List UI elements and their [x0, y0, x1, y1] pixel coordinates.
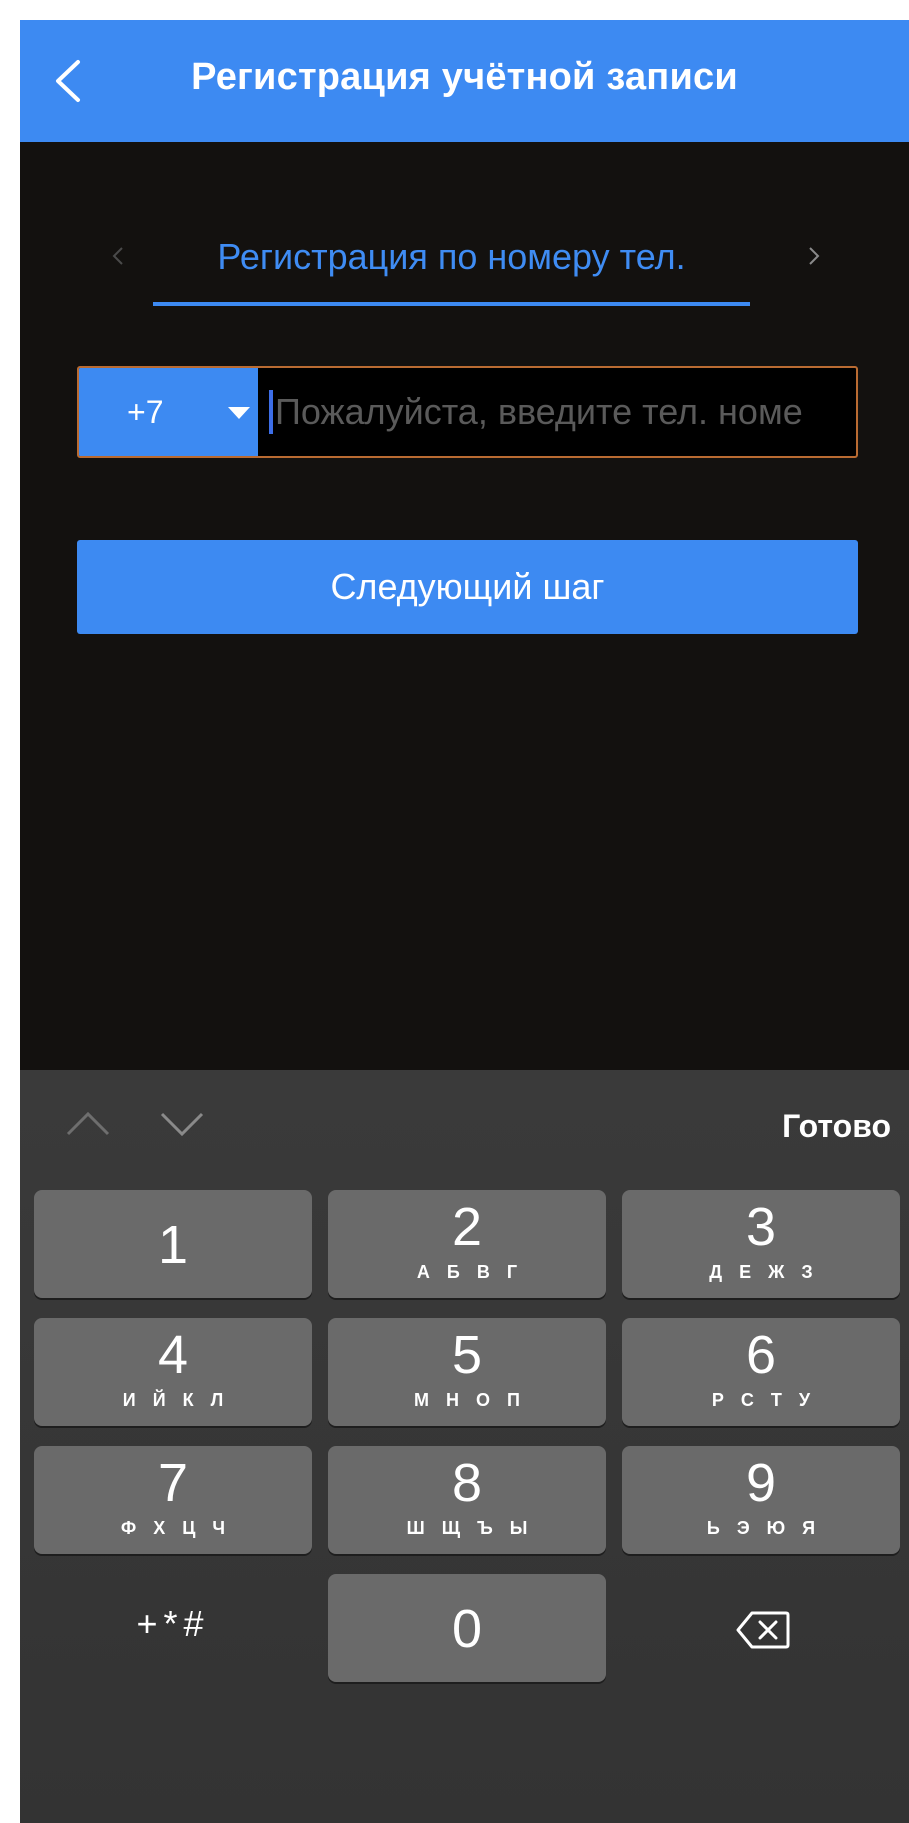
key-digit: 8 — [451, 1453, 483, 1513]
key-digit: 5 — [451, 1325, 483, 1385]
key-1[interactable]: 1 — [34, 1190, 312, 1298]
tab-prev-chevron-left-icon[interactable] — [108, 242, 128, 270]
key-2[interactable]: 2 А Б В Г — [328, 1190, 606, 1298]
key-digit: 3 — [745, 1197, 777, 1257]
key-letters: Ш Щ Ъ Ы — [406, 1518, 534, 1538]
key-4[interactable]: 4 И Й К Л — [34, 1318, 312, 1426]
tab-phone-registration[interactable]: Регистрация по номеру тел. — [153, 236, 750, 278]
key-delete[interactable] — [622, 1574, 900, 1682]
numeric-keyboard: Готово 1 2 А Б В Г 3 Д Е Ж З 4 И Й К Л 5… — [20, 1070, 909, 1823]
key-digit: 1 — [157, 1215, 189, 1275]
phone-number-input[interactable] — [275, 368, 855, 456]
tab-next-chevron-right-icon[interactable] — [804, 242, 824, 270]
key-digit: 6 — [745, 1325, 777, 1385]
keyboard-done-button[interactable]: Готово — [782, 1108, 891, 1145]
country-code-select[interactable]: +7 — [79, 368, 258, 456]
key-digit: 2 — [451, 1197, 483, 1257]
key-9[interactable]: 9 Ь Э Ю Я — [622, 1446, 900, 1554]
chevron-down-icon[interactable] — [158, 1110, 206, 1138]
tab-active-underline — [153, 302, 750, 306]
app-header: Регистрация учётной записи — [20, 20, 909, 142]
key-digit: 4 — [157, 1325, 189, 1385]
chevron-up-icon[interactable] — [64, 1110, 112, 1138]
caret-down-icon — [228, 407, 250, 419]
next-step-button[interactable]: Следующий шаг — [77, 540, 858, 634]
country-code-value: +7 — [127, 394, 164, 430]
key-letters: Ф Х Ц Ч — [120, 1518, 232, 1538]
backspace-icon — [736, 1611, 790, 1649]
key-letters: Ь Э Ю Я — [706, 1518, 822, 1538]
key-digit: 7 — [157, 1453, 189, 1513]
key-6[interactable]: 6 Р С Т У — [622, 1318, 900, 1426]
key-7[interactable]: 7 Ф Х Ц Ч — [34, 1446, 312, 1554]
key-letters: И Й К Л — [122, 1390, 230, 1410]
key-letters: Д Е Ж З — [709, 1262, 819, 1282]
key-8[interactable]: 8 Ш Щ Ъ Ы — [328, 1446, 606, 1554]
key-digit: 0 — [451, 1599, 483, 1659]
key-letters: Р С Т У — [711, 1390, 817, 1410]
key-3[interactable]: 3 Д Е Ж З — [622, 1190, 900, 1298]
key-letters: А Б В Г — [416, 1262, 524, 1282]
key-5[interactable]: 5 М Н О П — [328, 1318, 606, 1426]
key-digit: 9 — [745, 1453, 777, 1513]
page-title: Регистрация учётной записи — [191, 56, 738, 98]
app-screen: Регистрация учётной записи Регистрация п… — [20, 20, 909, 1823]
text-cursor — [269, 390, 273, 434]
key-symbols[interactable]: +*# — [34, 1574, 312, 1682]
key-letters: М Н О П — [414, 1390, 526, 1410]
phone-field: +7 — [77, 366, 858, 458]
key-0[interactable]: 0 — [328, 1574, 606, 1682]
